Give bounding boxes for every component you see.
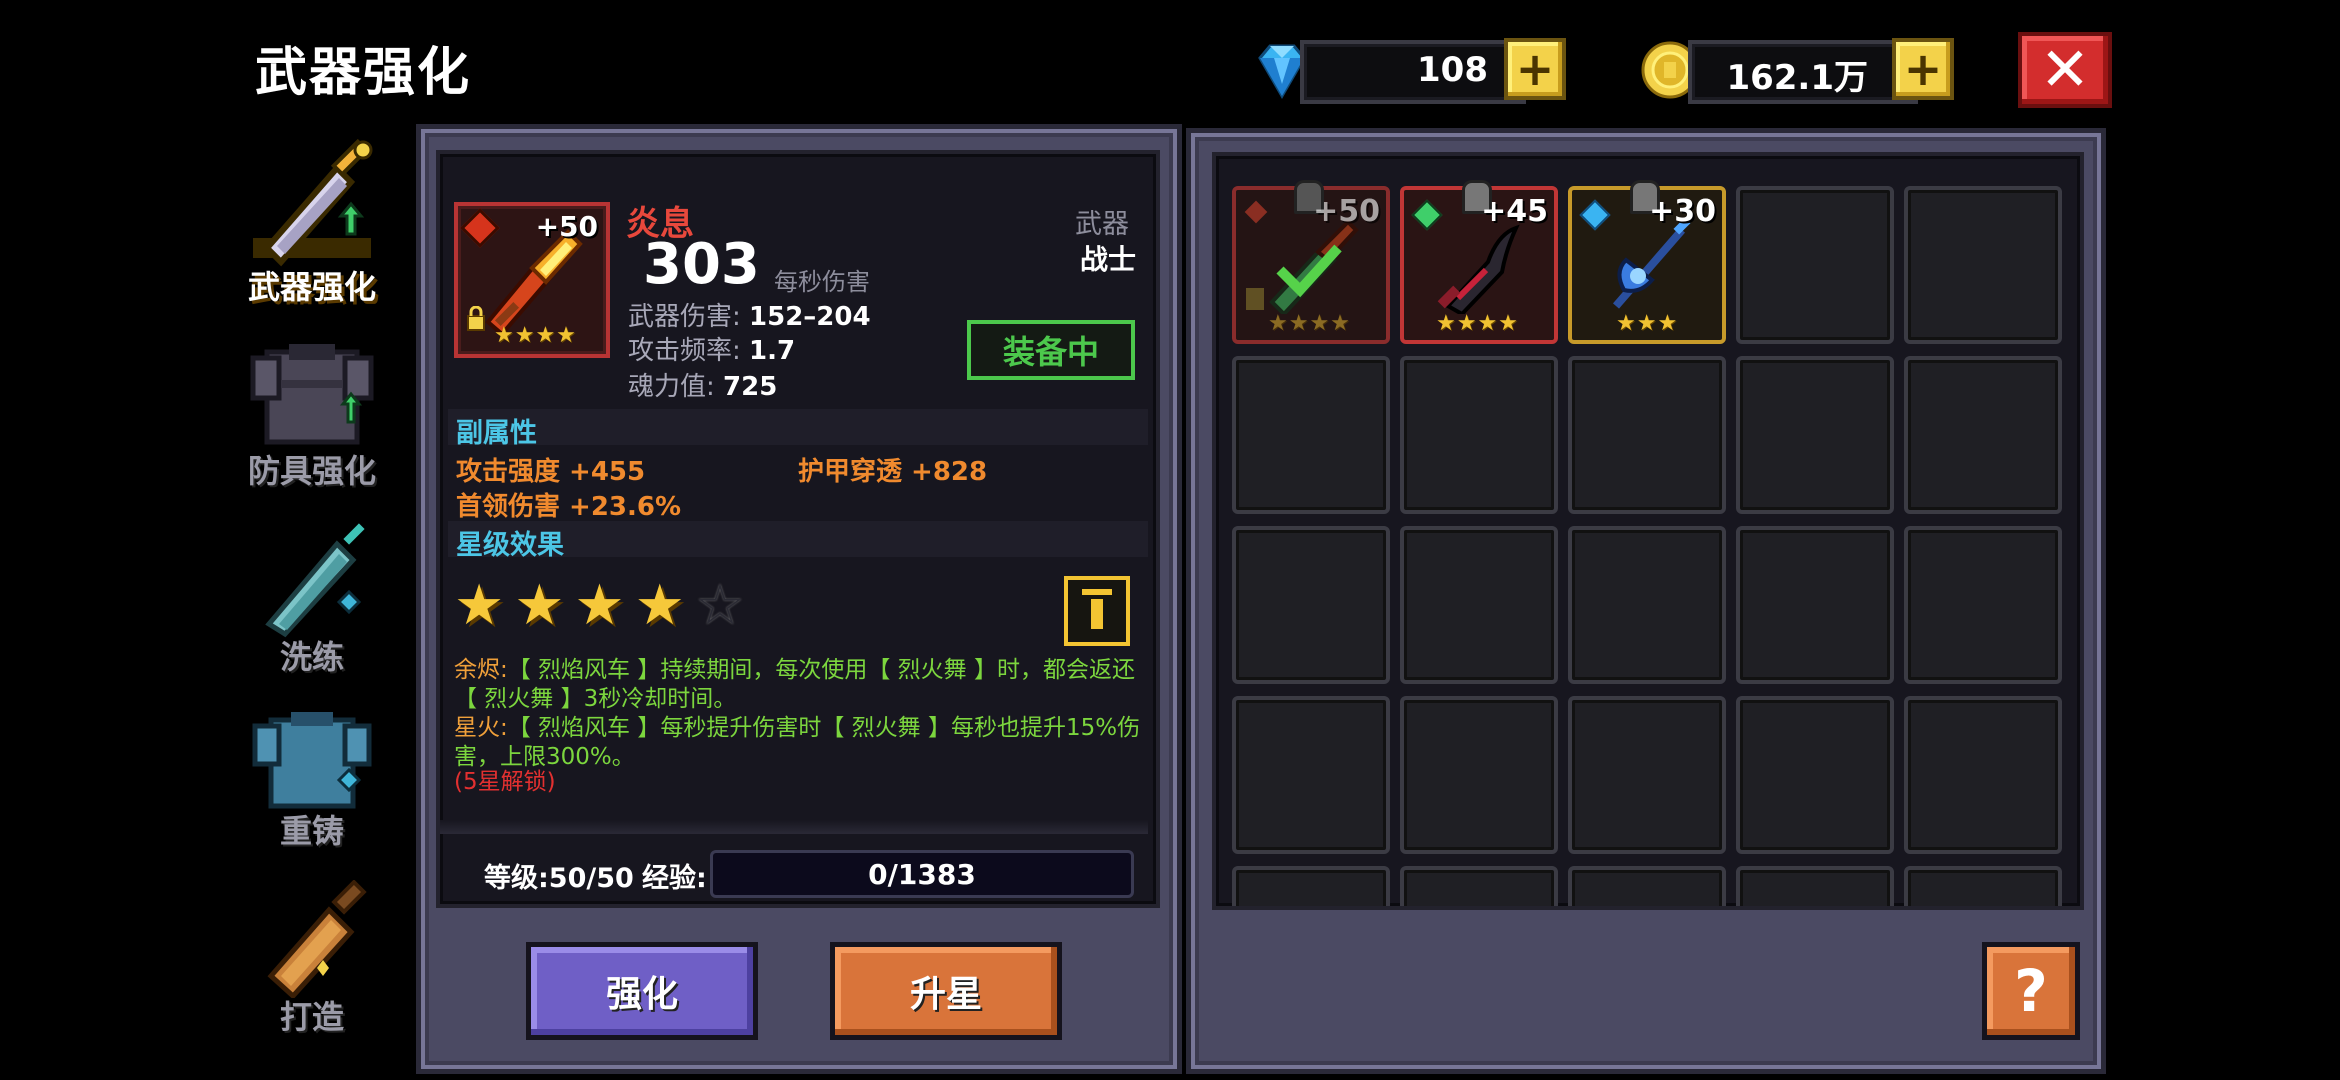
armor-icon [247, 332, 377, 452]
inventory-item-level: +30 [1649, 194, 1716, 229]
inventory-item-stars: ★★★★ [1436, 311, 1519, 336]
nav-reforge[interactable]: 重铸 [232, 708, 392, 852]
exp-label: 经验: [642, 863, 707, 894]
hammer-icon [247, 879, 377, 1000]
stat-soul-power: 魂力值: 725 [628, 372, 778, 402]
inventory-slot-empty[interactable] [1232, 696, 1390, 854]
help-button[interactable]: ? [1982, 942, 2080, 1040]
sword-icon [247, 138, 377, 268]
lock-icon [466, 305, 486, 332]
secondary-heading: 副属性 [456, 418, 537, 449]
inventory-slot-empty[interactable] [1736, 866, 1894, 906]
secondary-attr-attack: 攻击强度 +455 [456, 457, 646, 487]
nav-craft[interactable]: 打造 [232, 879, 392, 1038]
inventory-slot-empty[interactable] [1736, 356, 1894, 514]
inventory-slot-empty[interactable] [1736, 526, 1894, 684]
nav-reforge-label: 重铸 [279, 812, 344, 850]
scroll-fade [440, 820, 1148, 834]
nav-weapon-enhance-label: 武器强化 [247, 268, 376, 306]
star-up-button[interactable]: 升星 [830, 942, 1062, 1040]
add-gold-button[interactable]: + [1892, 38, 1954, 100]
dark-blade-icon [1437, 224, 1520, 314]
plus-icon: + [1515, 42, 1555, 96]
reforge-armor-icon [247, 708, 377, 812]
star-effect-heading: 星级效果 [456, 530, 564, 561]
nav-weapon-enhance[interactable]: 武器强化 [232, 138, 392, 308]
inventory-slot-empty[interactable] [1568, 866, 1726, 906]
plus-icon: + [1903, 42, 1943, 96]
inventory-item-level: +45 [1481, 194, 1548, 229]
inventory-slot-empty[interactable] [1904, 866, 2062, 906]
weapon-level-text: 等级:50/50 [484, 863, 634, 894]
weapon-icon-tile: +50 ★★★★ [454, 202, 610, 358]
inventory-item-stars: ★★★ [1616, 311, 1679, 336]
star-rating: ★ ★ ★ ★ ☆ [454, 578, 745, 634]
inventory-slot-empty[interactable] [1568, 696, 1726, 854]
inventory-slot-empty[interactable] [1904, 526, 2062, 684]
star-empty-icon: ☆ [694, 573, 746, 638]
weapon-category: 武器 [1075, 209, 1129, 240]
stat-attack-speed: 攻击频率: 1.7 [628, 336, 796, 366]
nav-refine[interactable]: 洗练 [232, 520, 392, 678]
inventory-slot-empty[interactable] [1568, 526, 1726, 684]
weapon-class: 战士 [1080, 243, 1137, 276]
refine-sword-icon [247, 520, 377, 638]
weapon-level-badge: +50 [535, 210, 598, 243]
inventory-slot-empty[interactable] [1904, 696, 2062, 854]
secondary-header-row [448, 409, 1148, 445]
inventory-slot-empty[interactable] [1232, 356, 1390, 514]
nav-refine-label: 洗练 [279, 638, 344, 676]
close-icon: ✕ [2039, 35, 2091, 105]
checkmark-icon [1276, 244, 1342, 298]
info-toggle-icon[interactable] [1064, 576, 1130, 646]
inventory-item-ice-axe[interactable]: +30 ★★★ [1568, 180, 1726, 344]
star-filled-icon: ★ [514, 573, 565, 638]
inventory-slot-empty[interactable] [1400, 526, 1558, 684]
star-effect-lock-note: (5星解锁) [454, 769, 556, 795]
secondary-attr-boss-damage: 首领伤害 +23.6% [456, 492, 682, 522]
exp-value: 0/1383 [868, 857, 976, 891]
ice-axe-icon [1612, 217, 1691, 309]
inventory-item-flame-breath[interactable]: +50 ★★★★ [1232, 180, 1390, 344]
inventory-slot-empty[interactable] [1568, 356, 1726, 514]
gold-amount: 162.1万 [1726, 58, 1868, 98]
close-button[interactable]: ✕ [2018, 32, 2112, 108]
inventory-slot-empty[interactable] [1904, 356, 2062, 514]
inventory-slot-empty[interactable] [1400, 866, 1558, 906]
star-filled-icon: ★ [454, 573, 505, 638]
stat-damage: 武器伤害: 152–204 [628, 302, 871, 332]
inventory-item-dark-scythe[interactable]: +45 ★★★★ [1400, 180, 1558, 344]
weapon-stars: ★★★★ [494, 323, 577, 348]
inventory-slot-empty[interactable] [1400, 356, 1558, 514]
gem-amount: 108 [1417, 50, 1488, 90]
dps-label: 每秒伤害 [774, 268, 870, 296]
nav-armor-enhance[interactable]: 防具强化 [232, 332, 392, 492]
secondary-attr-armor-pen: 护甲穿透 +828 [798, 457, 988, 487]
inventory-slot-empty[interactable] [1736, 186, 1894, 344]
inventory-grid-box: +50 ★★★★ +45 ★★★★ +30 ★★★ [1212, 152, 2084, 910]
star-filled-icon: ★ [574, 573, 625, 638]
inventory-item-stars: ★★★★ [1268, 311, 1351, 336]
lock-icon [1246, 288, 1264, 310]
inventory-slot-empty[interactable] [1904, 186, 2062, 344]
nav-armor-enhance-label: 防具强化 [247, 452, 376, 490]
enhance-button[interactable]: 强化 [526, 942, 758, 1040]
inventory-slot-empty[interactable] [1736, 696, 1894, 854]
inventory-slot-empty[interactable] [1232, 866, 1390, 906]
inventory-slot-empty[interactable] [1232, 526, 1390, 684]
page-title: 武器强化 [255, 43, 472, 103]
nav-craft-label: 打造 [279, 998, 344, 1036]
star-effect-desc-1: 余烬:【 烈焰风车 】持续期间，每次使用【 烈火舞 】时，都会返还【 烈火舞 】… [454, 657, 1135, 712]
weapon-dps: 303 [643, 232, 760, 297]
equipped-badge: 装备中 [967, 320, 1135, 380]
inventory-slot-empty[interactable] [1400, 696, 1558, 854]
inventory-item-level: +50 [1313, 194, 1380, 229]
star-effect-desc-2: 星火:【 烈焰风车 】每秒提升伤害时【 烈火舞 】每秒也提升15%伤害，上限30… [454, 715, 1141, 770]
exp-bar: 0/1383 [710, 850, 1134, 898]
star-filled-icon: ★ [634, 573, 685, 638]
add-gems-button[interactable]: + [1504, 38, 1566, 100]
